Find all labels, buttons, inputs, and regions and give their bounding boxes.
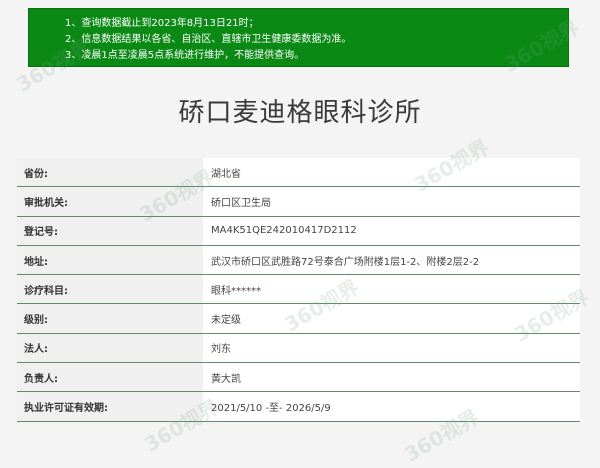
info-table: 省份: 湖北省 审批机关: 硚口区卫生局 登记号: MA4K51QE242010… bbox=[17, 158, 580, 422]
row-label: 法人: bbox=[17, 333, 203, 363]
table-row-departments: 诊疗科目: 眼科****** bbox=[17, 275, 580, 305]
row-label: 审批机关: bbox=[17, 187, 203, 216]
row-value: 硚口区卫生局 bbox=[211, 197, 271, 209]
table-row-registration: 登记号: MA4K51QE242010417D2112 bbox=[17, 216, 580, 246]
table-row-responsible: 负责人: 黄大凯 bbox=[17, 363, 580, 393]
row-value: 武汉市硚口区武胜路72号泰合广场附楼1层1-2、附楼2层2-2 bbox=[211, 256, 480, 268]
table-row-license-validity: 执业许可证有效期: 2021/5/10 -至- 2026/5/9 bbox=[17, 392, 580, 422]
row-label: 级别: bbox=[17, 304, 203, 333]
row-value: 刘东 bbox=[211, 344, 231, 356]
table-row-province: 省份: 湖北省 bbox=[17, 158, 580, 188]
row-label: 负责人: bbox=[17, 363, 203, 392]
notice-line-2: 2、信息数据结果以各省、自治区、直辖市卫生健康委数据为准。 bbox=[65, 34, 352, 45]
row-label: 登记号: bbox=[17, 216, 203, 245]
table-row-level: 级别: 未定级 bbox=[17, 304, 580, 334]
table-row-address: 地址: 武汉市硚口区武胜路72号泰合广场附楼1层1-2、附楼2层2-2 bbox=[17, 245, 580, 276]
row-value: 黄大凯 bbox=[211, 373, 241, 385]
row-value: MA4K51QE242010417D2112 bbox=[211, 225, 357, 237]
row-value: 未定级 bbox=[211, 315, 241, 327]
row-value: 眼科****** bbox=[211, 285, 261, 297]
notice-banner: 1、查询数据截止到2023年8月13日21时； 2、信息数据结果以各省、自治区、… bbox=[28, 8, 569, 67]
table-row-legal-person: 法人: 刘东 bbox=[17, 333, 580, 364]
page-title: 硚口麦迪格眼科诊所 bbox=[178, 98, 422, 128]
row-value: 湖北省 bbox=[211, 168, 241, 180]
table-row-authority: 审批机关: 硚口区卫生局 bbox=[17, 187, 580, 217]
row-value: 2021/5/10 -至- 2026/5/9 bbox=[211, 403, 331, 415]
row-label: 执业许可证有效期: bbox=[17, 392, 203, 421]
notice-line-3: 3、凌晨1点至凌晨5点系统进行维护，不能提供查询。 bbox=[65, 50, 305, 61]
row-label: 省份: bbox=[17, 158, 203, 187]
notice-line-1: 1、查询数据截止到2023年8月13日21时； bbox=[65, 18, 259, 29]
row-label: 地址: bbox=[17, 245, 203, 275]
row-label: 诊疗科目: bbox=[17, 275, 203, 304]
